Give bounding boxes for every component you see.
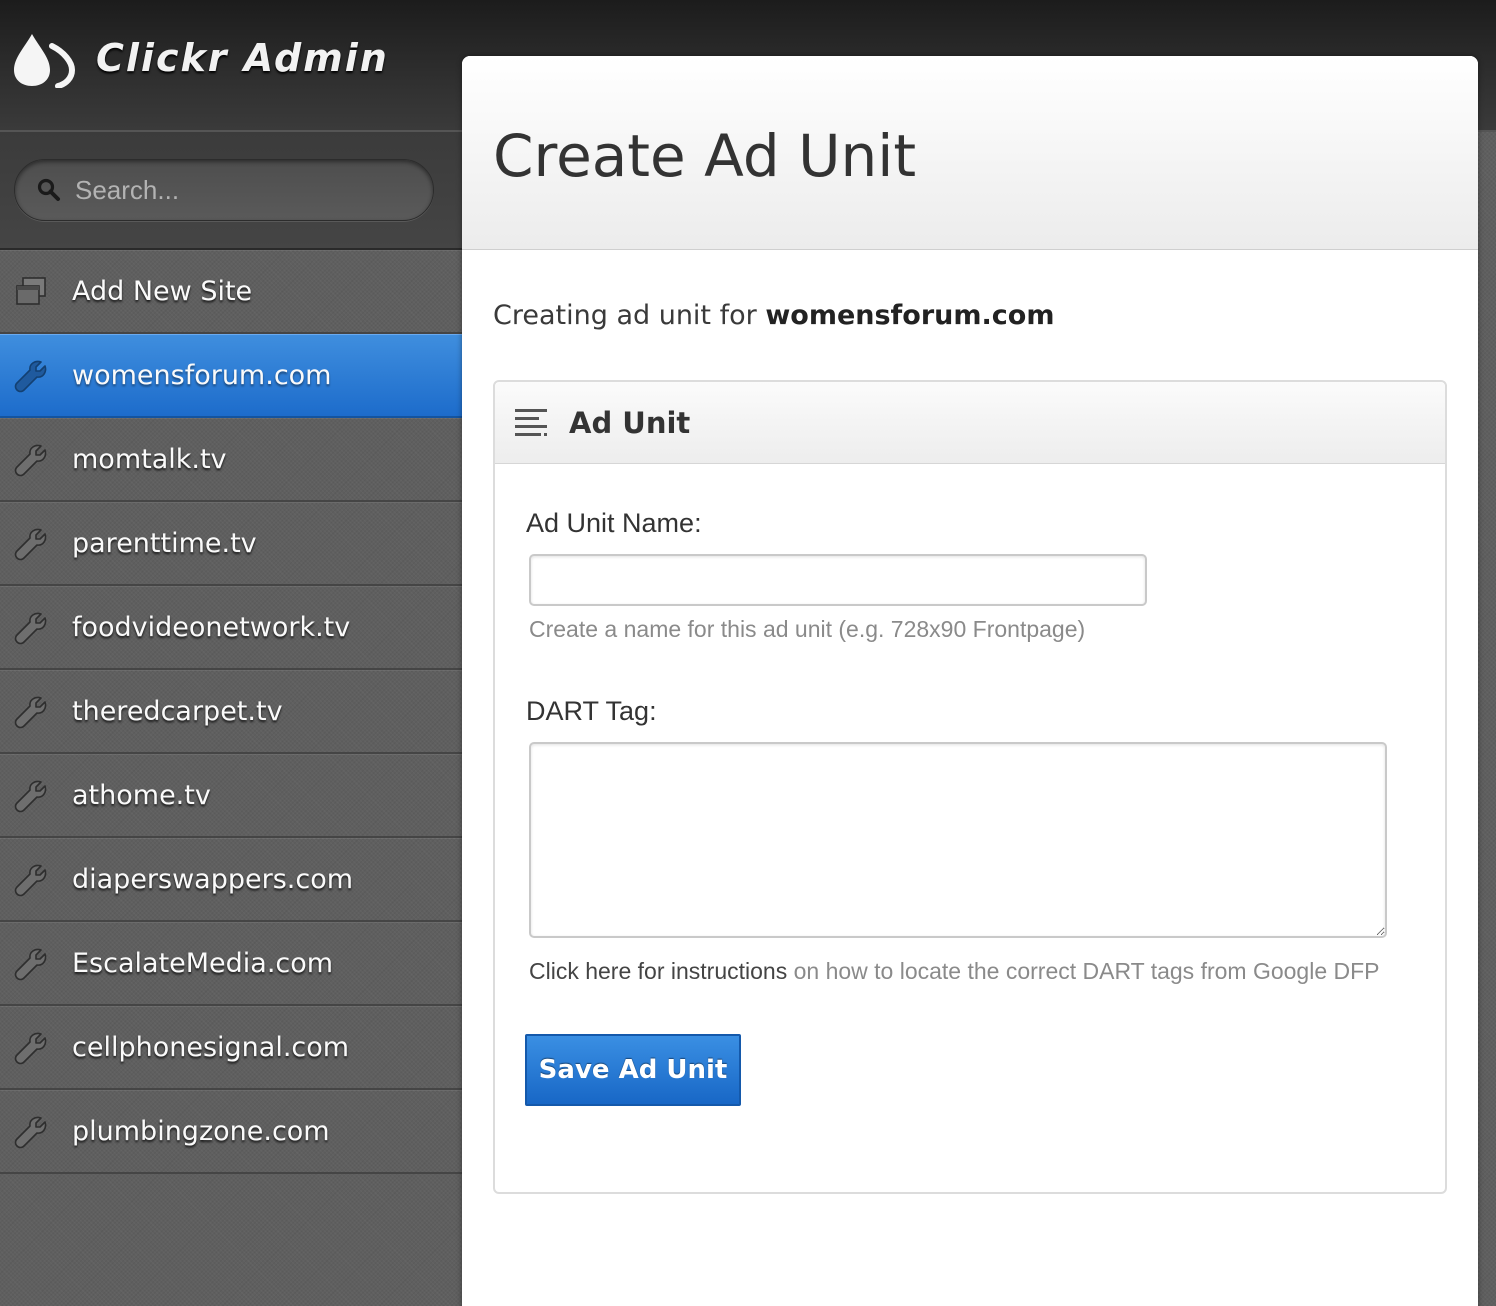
wrench-icon xyxy=(14,696,47,728)
logo[interactable]: Clickr Admin xyxy=(10,28,389,88)
sidebar-item-label: EscalateMedia.com xyxy=(72,948,334,979)
search-input[interactable] xyxy=(75,174,405,206)
wrench-icon xyxy=(14,864,47,896)
sidebar-item-athome-tv[interactable]: athome.tv xyxy=(0,754,462,838)
main-panel: Create Ad Unit Creating ad unit for wome… xyxy=(462,56,1478,1306)
wrench-icon xyxy=(14,360,47,392)
sidebar-item-womensforum-com[interactable]: womensforum.com xyxy=(0,334,462,418)
sidebar-item-momtalk-tv[interactable]: momtalk.tv xyxy=(0,418,462,502)
sidebar-item-label: theredcarpet.tv xyxy=(72,696,283,727)
sidebar-item-label: diaperswappers.com xyxy=(72,864,354,895)
search-box[interactable] xyxy=(14,159,434,221)
sidebar-item-parenttime-tv[interactable]: parenttime.tv xyxy=(0,502,462,586)
creating-for-text: Creating ad unit for womensforum.com xyxy=(493,300,1054,331)
wrench-icon xyxy=(14,948,47,980)
sidebar-item-label: Add New Site xyxy=(72,276,253,307)
search-icon xyxy=(37,178,60,201)
windows-stack-icon xyxy=(16,276,46,305)
sidebar-item-label: foodvideonetwork.tv xyxy=(72,612,351,643)
ad-unit-box-title: Ad Unit xyxy=(569,405,691,440)
sidebar-item-label: plumbingzone.com xyxy=(72,1116,330,1147)
dart-help-text: on how to locate the correct DART tags f… xyxy=(787,958,1380,984)
ad-unit-name-input[interactable] xyxy=(529,554,1147,606)
wrench-icon xyxy=(14,444,47,476)
ad-unit-name-help: Create a name for this ad unit (e.g. 728… xyxy=(529,616,1086,642)
sidebar-item-plumbingzone-com[interactable]: plumbingzone.com xyxy=(0,1090,462,1174)
sidebar-item-label: cellphonesignal.com xyxy=(72,1032,350,1063)
sidebar-item-foodvideonetwork-tv[interactable]: foodvideonetwork.tv xyxy=(0,586,462,670)
save-ad-unit-button[interactable]: Save Ad Unit xyxy=(525,1034,741,1106)
sidebar-item-label: womensforum.com xyxy=(72,360,332,391)
lines-icon xyxy=(515,408,547,436)
wrench-icon xyxy=(14,780,47,812)
sidebar-item-add-new-site[interactable]: Add New Site xyxy=(0,250,462,334)
dart-tag-label: DART Tag: xyxy=(526,696,657,726)
current-site-name: womensforum.com xyxy=(765,300,1055,331)
creating-prefix: Creating ad unit for xyxy=(493,300,757,331)
sidebar-item-diaperswappers-com[interactable]: diaperswappers.com xyxy=(0,838,462,922)
sidebar-item-label: athome.tv xyxy=(72,780,211,811)
sidebar-item-escalatemedia-com[interactable]: EscalateMedia.com xyxy=(0,922,462,1006)
sidebar-search-area xyxy=(0,132,462,250)
ad-unit-box: Ad Unit Ad Unit Name: Create a name for … xyxy=(493,380,1447,1194)
sidebar-item-cellphonesignal-com[interactable]: cellphonesignal.com xyxy=(0,1006,462,1090)
wrench-icon xyxy=(14,612,47,644)
dart-tag-textarea[interactable] xyxy=(529,742,1387,938)
wrench-icon xyxy=(14,528,47,560)
sidebar-item-theredcarpet-tv[interactable]: theredcarpet.tv xyxy=(0,670,462,754)
sidebar-item-label: momtalk.tv xyxy=(72,444,227,475)
page-title: Create Ad Unit xyxy=(493,122,917,190)
sidebar-nav: Add New Site womensforum.com momtalk.tv par… xyxy=(0,250,462,1174)
dart-tag-help: Click here for instructions on how to lo… xyxy=(529,958,1380,985)
ad-unit-box-header: Ad Unit xyxy=(495,382,1445,464)
app-title: Clickr Admin xyxy=(96,36,389,80)
dart-instructions-link[interactable]: Click here for instructions xyxy=(529,958,787,984)
ad-unit-name-label: Ad Unit Name: xyxy=(526,508,702,538)
wrench-icon xyxy=(14,1116,47,1148)
clickr-drop-logo-icon xyxy=(14,34,76,88)
sidebar-item-label: parenttime.tv xyxy=(72,528,257,559)
wrench-icon xyxy=(14,1032,47,1064)
